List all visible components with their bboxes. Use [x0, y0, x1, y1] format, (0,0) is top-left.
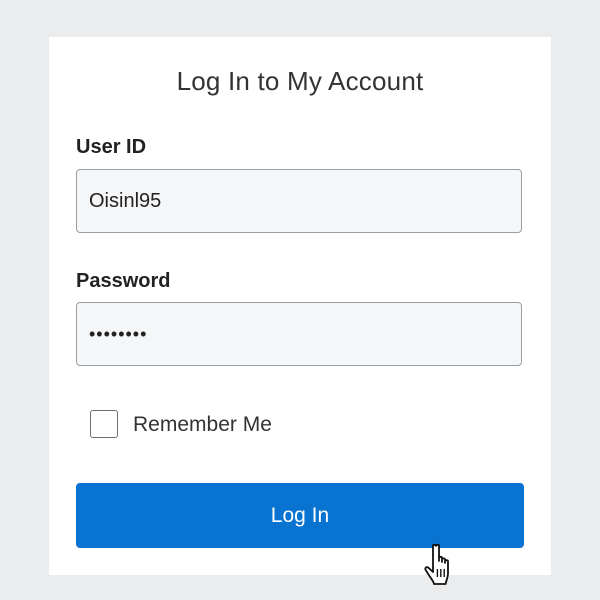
- password-input[interactable]: [76, 302, 522, 366]
- user-id-label: User ID: [76, 136, 147, 158]
- user-id-input[interactable]: [76, 169, 522, 233]
- login-button[interactable]: Log In: [76, 483, 524, 548]
- page-title: Log In to My Account: [176, 66, 424, 96]
- hand-pointer-icon: [424, 543, 449, 585]
- password-label: Password: [76, 270, 171, 292]
- remember-me-checkbox[interactable]: [90, 410, 118, 438]
- remember-me-label: Remember Me: [133, 413, 272, 436]
